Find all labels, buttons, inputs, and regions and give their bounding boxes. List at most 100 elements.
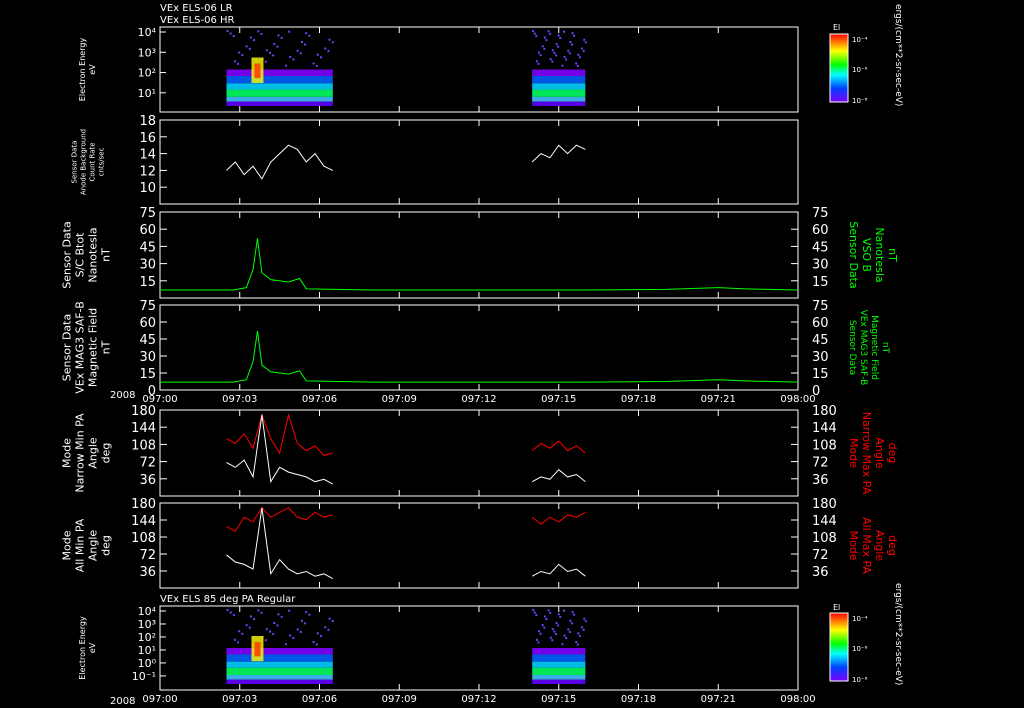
series-line-max: [531, 512, 586, 525]
spectrogram-speck: [238, 630, 241, 633]
y-tick-label: 15: [139, 367, 156, 382]
spectrogram-band: [532, 76, 586, 84]
spectrogram-speck: [567, 49, 570, 52]
spectrogram-speck: [276, 624, 279, 627]
spectrogram-speck: [292, 58, 295, 61]
spectrogram-speck: [237, 641, 240, 644]
spectrogram-speck: [304, 43, 307, 46]
y-axis-label-line: cnts/sec: [98, 147, 106, 176]
spectrogram-speck: [570, 622, 573, 625]
y-tick-label: 10: [139, 181, 156, 196]
spectrogram-band: [226, 667, 333, 675]
y-tick-label: 10²: [138, 67, 156, 80]
spectrogram-speck: [563, 55, 566, 58]
colorbar-bottom-tick-min: 10⁻⁸: [852, 676, 868, 684]
spectrogram-speck: [555, 43, 558, 46]
spectrogram-speck: [535, 638, 538, 641]
spectrogram-band: [532, 69, 586, 77]
y-tick-label: 75: [139, 299, 156, 314]
spectrogram-band: [532, 83, 586, 90]
spectrogram-band: [226, 69, 333, 77]
y-tick-label-right: 45: [812, 240, 829, 255]
y-axis-label-line: Count Rate: [89, 142, 97, 181]
spectrogram-speck: [559, 615, 562, 618]
spectrogram-speck: [535, 614, 538, 617]
spectrogram-speck: [328, 617, 331, 620]
y-tick-label: 12: [139, 164, 156, 179]
spectrogram-speck: [539, 632, 542, 635]
spectrogram-speck: [268, 51, 271, 54]
x-tick-label: 098:00: [780, 694, 815, 705]
spectrogram-band: [532, 654, 586, 662]
spectrogram-speck: [571, 32, 574, 35]
spectrogram-speck: [568, 52, 571, 55]
spectrogram-speck: [327, 628, 330, 631]
spectrogram-speck: [226, 609, 229, 611]
spectrogram-speck: [288, 30, 291, 33]
spectrogram-speck: [541, 45, 544, 48]
y-tick-label: 144: [131, 421, 156, 436]
spectrogram-speck: [575, 62, 578, 65]
x-tick-label: 097:18: [621, 694, 656, 705]
spectrogram-speck: [533, 611, 536, 614]
right-axis-label-line: Sensor Data: [847, 221, 860, 288]
y-axis-label-line: Mode: [61, 438, 74, 468]
x-tick-label: 098:00: [780, 394, 815, 405]
colorbar-top-tick-mid: 10⁻⁶: [852, 66, 868, 74]
spectrogram-speck: [532, 609, 535, 611]
y-tick-label: 45: [139, 333, 156, 348]
year-label-upper: 2008: [110, 390, 135, 401]
spectrogram-speck: [581, 47, 584, 50]
y-axis-label-line: All Min PA: [74, 518, 87, 572]
spectrogram-speck: [268, 630, 271, 633]
y-tick-label: 15: [139, 275, 156, 290]
y-tick-label: 14: [139, 148, 156, 163]
spectrogram-speck: [241, 54, 244, 57]
spectrogram-speck: [232, 35, 235, 38]
y-tick-label: 10⁴: [138, 26, 157, 39]
spectrogram-speck: [561, 64, 564, 67]
series-line-value: [160, 330, 799, 383]
y-axis-label-line: VEx MAG3 SAF-B: [74, 301, 87, 394]
spectrogram-speck: [545, 618, 548, 620]
y-tick-label: 30: [139, 258, 156, 273]
colorbar-bottom-scale: [829, 612, 849, 682]
spectrogram-speck: [331, 41, 334, 44]
spectrogram-speck: [272, 633, 275, 636]
spectrogram-speck: [324, 626, 327, 629]
spectrogram-speck: [532, 30, 535, 32]
spectrogram-speck: [547, 609, 550, 612]
panel-electron-energy-bottom: Electron Energy eV 10⁴10³10²10¹10⁰10⁻¹ 097:…: [78, 605, 816, 705]
y-axis-label-line: S/C Btot: [74, 232, 87, 277]
bottom-panel-title: VEx ELS 85 deg PA Regular: [160, 594, 296, 605]
spectrogram-band: [532, 648, 586, 655]
spectrogram-speck: [233, 638, 236, 641]
spectrogram-band: [532, 667, 586, 675]
spectrogram-speck: [555, 621, 558, 624]
y-tick-label-right: 72: [812, 548, 829, 563]
spectrogram-speck: [576, 65, 579, 68]
panel-frame: [159, 119, 799, 205]
right-axis-label-line: Nanotesla: [873, 227, 886, 282]
y-tick-label-right: 60: [812, 223, 829, 238]
x-tick-label: 097:03: [222, 694, 257, 705]
spectrogram-speck: [551, 49, 554, 52]
right-axis-label-line: deg: [886, 535, 899, 556]
colorbar-bottom-label: El: [833, 603, 840, 612]
y-axis-label-line: nT: [100, 340, 113, 354]
y-tick-label-right: 45: [812, 333, 829, 348]
y-axis-label-line: Angle: [87, 437, 100, 469]
spectrogram-speck: [568, 630, 571, 633]
y-axis-label-line: Angle: [87, 530, 100, 562]
right-axis-label-line: Angle: [873, 437, 886, 469]
spectrogram-band: [532, 96, 586, 102]
spectrogram-speck: [273, 43, 276, 46]
spectrogram-band: [226, 675, 333, 680]
colorbar-top: El 10⁻⁴ 10⁻⁶ 10⁻⁸ ergs/(cm**2-sr-sec-eV): [829, 4, 903, 106]
spectrogram-speck: [584, 620, 587, 623]
colorbar-bottom-units: ergs/(cm**2-sr-sec-eV): [893, 583, 903, 685]
y-tick-label: 180: [131, 404, 156, 419]
spectrogram-speck: [557, 45, 560, 48]
spectrogram-speck: [315, 65, 318, 68]
spectrogram-band: [532, 89, 586, 97]
